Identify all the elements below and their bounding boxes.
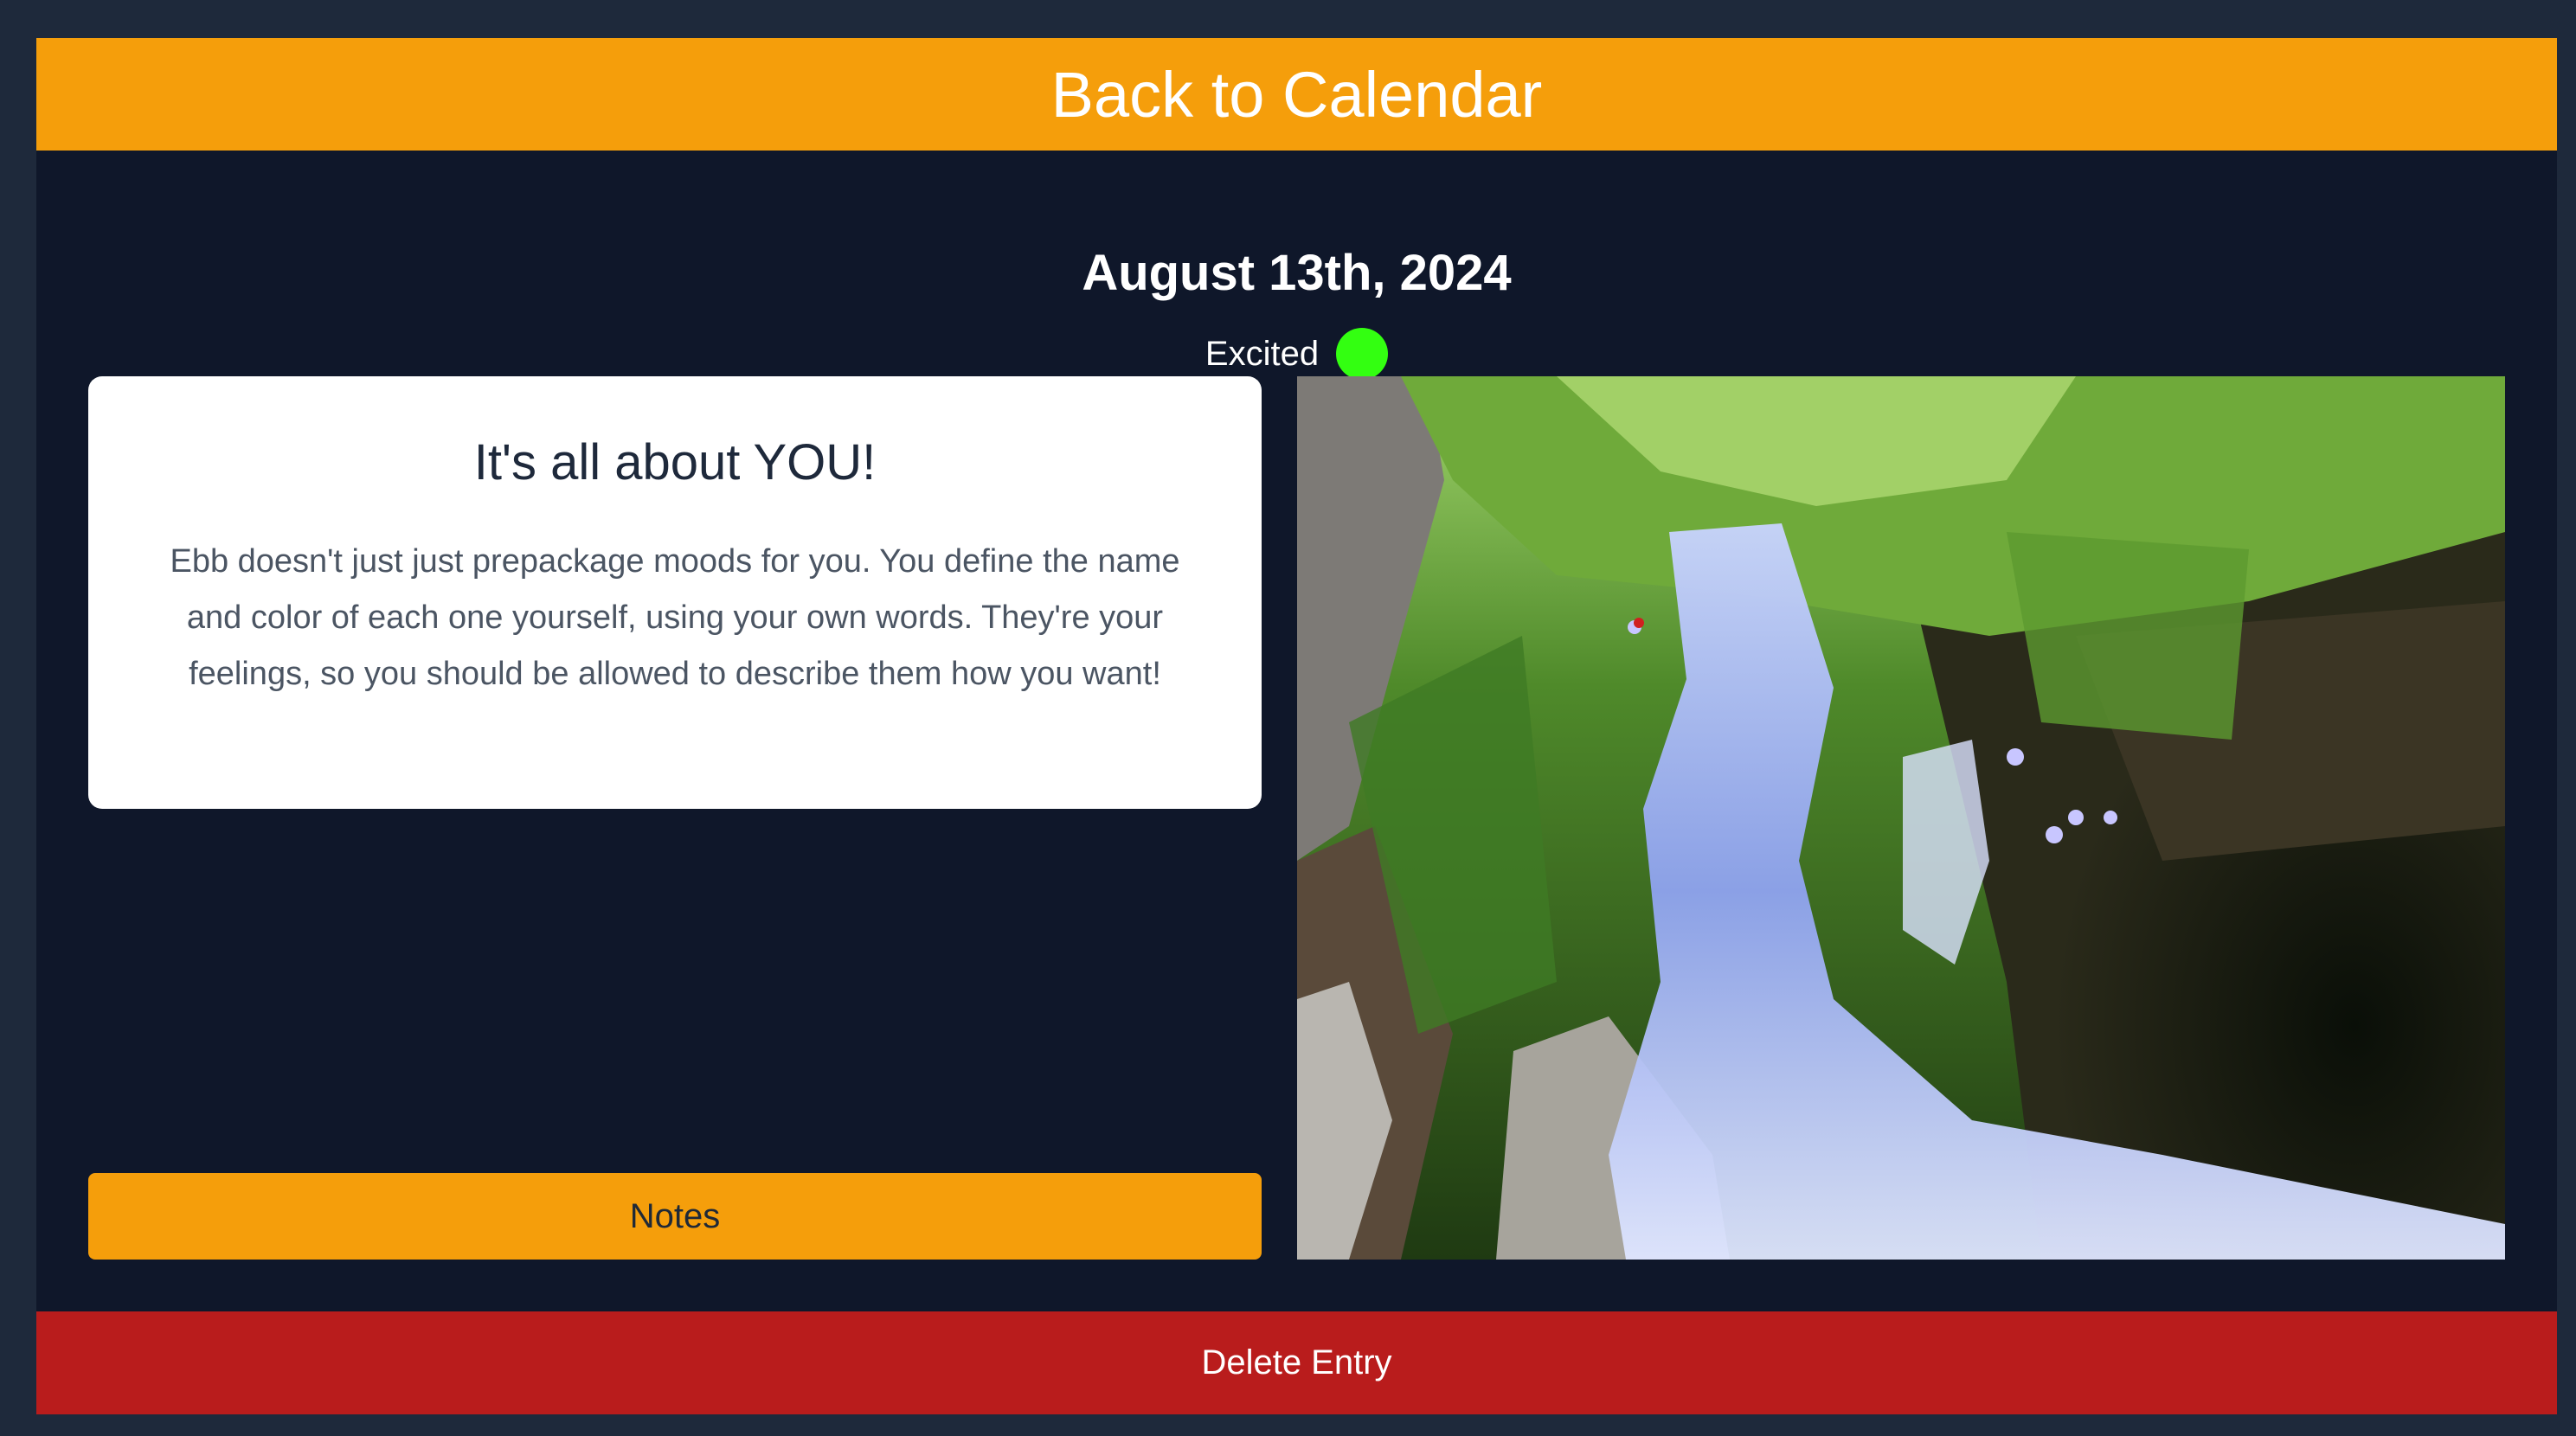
notes-button[interactable]: Notes <box>88 1173 1262 1260</box>
mood-indicator: Excited <box>36 327 2557 381</box>
back-to-calendar-button[interactable]: Back to Calendar <box>36 38 2557 151</box>
mood-color-dot <box>1336 328 1389 380</box>
waterfall-photo <box>1297 376 2505 1260</box>
mood-label: Excited <box>1204 334 1320 373</box>
info-card-body: Ebb doesn't just just prepackage moods f… <box>170 543 1180 692</box>
waterfall-photo-image <box>1297 376 2505 1260</box>
entry-date: August 13th, 2024 <box>1082 245 1512 301</box>
delete-entry-button[interactable]: Delete Entry <box>36 1311 2557 1414</box>
info-card: It's all about YOU! Ebb doesn't just jus… <box>88 376 1262 809</box>
info-card-title: It's all about YOU! <box>473 434 877 490</box>
entry-panel: Back to Calendar August 13th, 2024 Excit… <box>36 38 2557 1414</box>
